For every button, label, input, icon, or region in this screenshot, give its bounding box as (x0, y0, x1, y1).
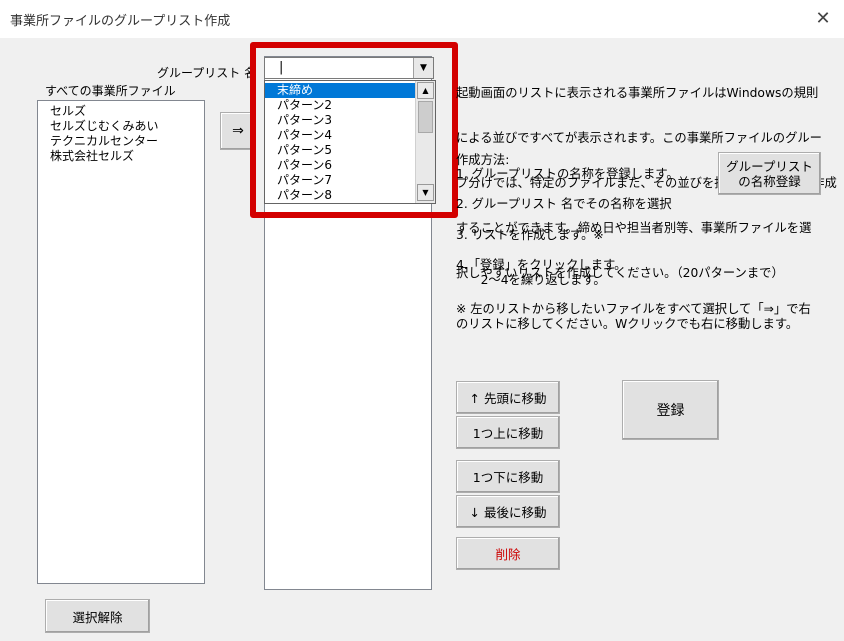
description-line: 起動画面のリストに表示される事業所ファイルはWindowsの規則 (456, 86, 819, 100)
move-bottom-button[interactable]: ↓ 最後に移動 (456, 495, 560, 528)
highlight-annotation (250, 42, 458, 218)
window-title: 事業所ファイルのグループリスト作成 (10, 14, 231, 29)
method-note-2: のリストに移してください。Wクリックでも右に移動します。 (456, 317, 799, 331)
deselect-button[interactable]: 選択解除 (45, 599, 150, 633)
register-button[interactable]: 登録 (622, 380, 719, 440)
method-heading: 作成方法: (456, 153, 510, 167)
method-step-1: 1. グループリストの名称を登録します。 (456, 167, 679, 181)
button-label: の名称登録 (738, 173, 801, 189)
all-files-label: すべての事業所ファイル (45, 84, 176, 98)
button-label: グループリスト (726, 158, 813, 174)
method-note-1: ※ 左のリストから移したいファイルをすべて選択して「⇒」で右 (456, 302, 811, 316)
method-step-4-note: 2～4を繰り返します。 (456, 273, 606, 287)
method-step-4: 4.「登録」をクリックします。 (456, 258, 627, 272)
description-line: による並びですべてが表示されます。この事業所ファイルのグルー (456, 131, 822, 145)
group-list-name-label: グループリスト 名 (157, 66, 257, 80)
delete-button[interactable]: 削除 (456, 537, 560, 570)
method-step-3: 3. リストを作成します。※ (456, 228, 604, 242)
list-item[interactable]: テクニカルセンター (38, 134, 204, 149)
list-item[interactable]: 株式会社セルズ (38, 149, 204, 164)
move-top-button[interactable]: ↑ 先頭に移動 (456, 381, 560, 414)
all-files-listbox[interactable]: セルズ セルズじむくみあい テクニカルセンター 株式会社セルズ (37, 100, 205, 584)
register-group-name-button[interactable]: グループリスト の名称登録 (718, 152, 821, 195)
method-step-2: 2. グループリスト 名でその名称を選択 (456, 197, 672, 211)
move-up-button[interactable]: 1つ上に移動 (456, 416, 560, 449)
list-item[interactable]: セルズじむくみあい (38, 119, 204, 134)
move-down-button[interactable]: 1つ下に移動 (456, 460, 560, 493)
list-item[interactable]: セルズ (38, 104, 204, 119)
close-icon[interactable]: ✕ (812, 8, 834, 30)
